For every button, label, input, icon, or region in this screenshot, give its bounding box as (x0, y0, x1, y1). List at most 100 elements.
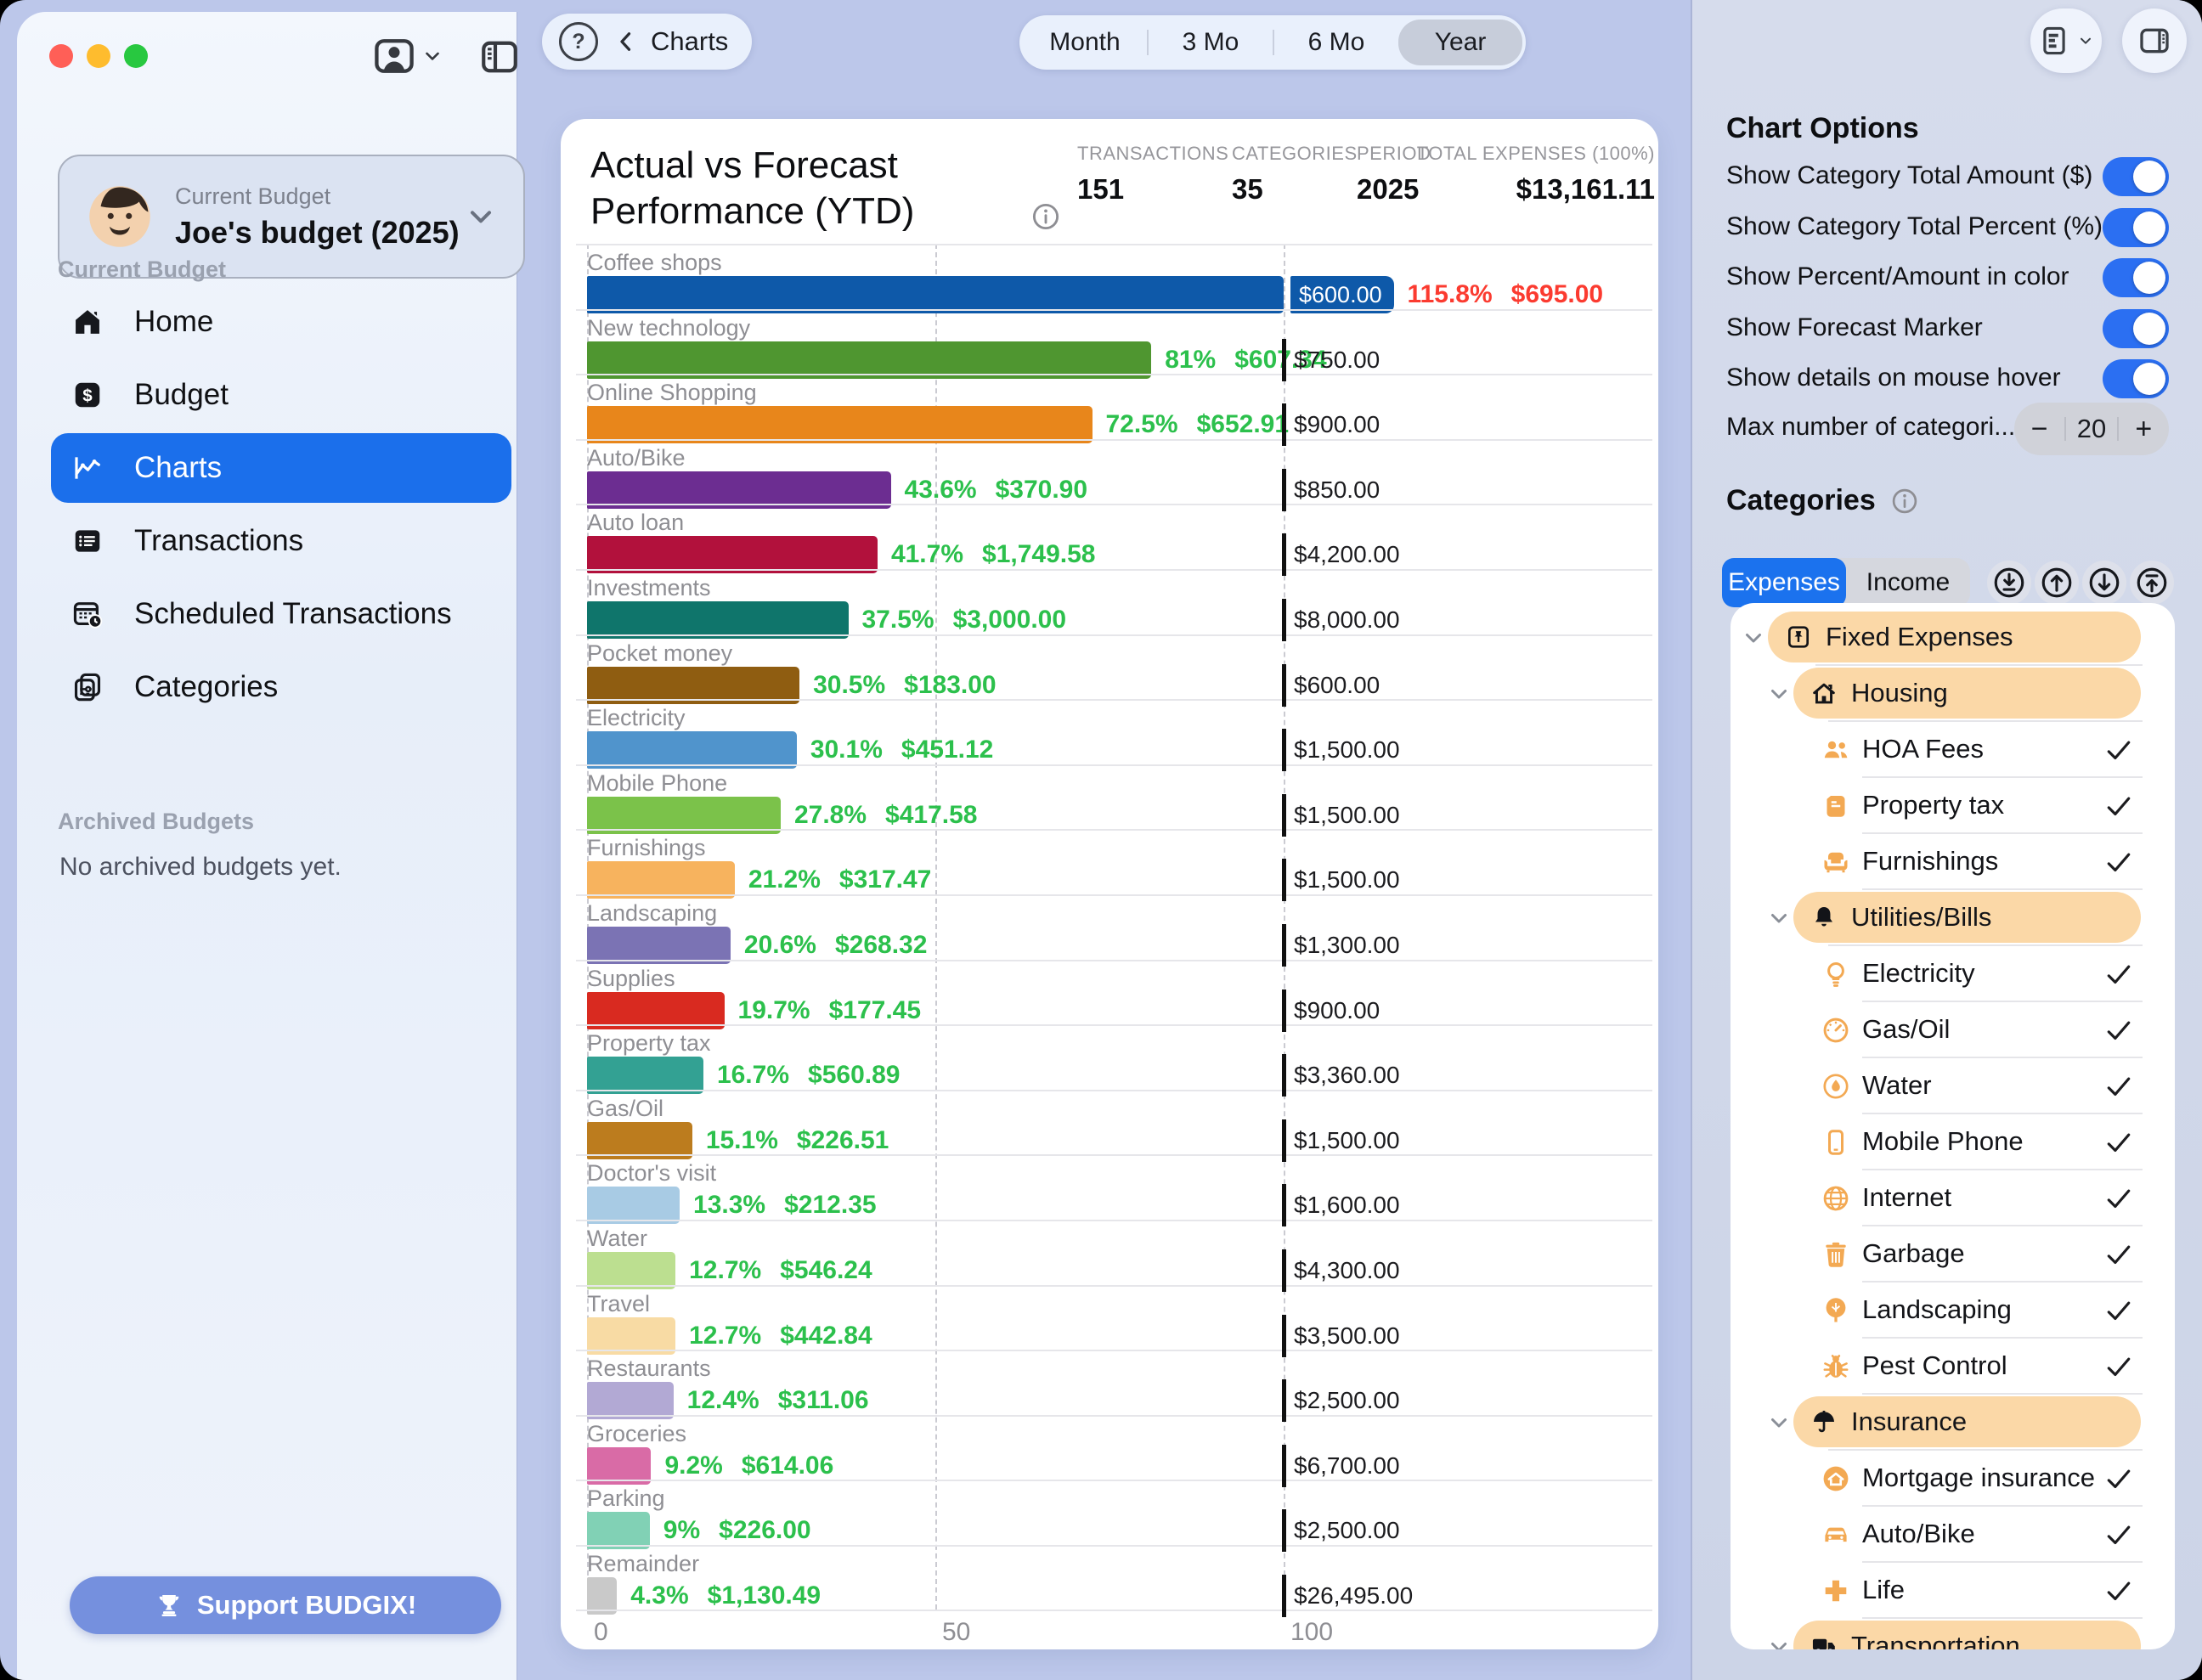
bar[interactable] (587, 1187, 680, 1224)
bar-over-forecast-segment[interactable]: $600.00 (1290, 276, 1394, 313)
tab-income[interactable]: Income (1846, 558, 1970, 607)
category-group-pill[interactable]: Insurance (1793, 1396, 2141, 1447)
tree-row-electricity[interactable]: Electricity (1731, 946, 2175, 1002)
tree-row-fixed-expenses[interactable]: Fixed Expenses (1731, 610, 2175, 666)
period-tab-month[interactable]: Month (1023, 20, 1147, 65)
tree-row-mortgage-insurance[interactable]: Mortgage insurance (1731, 1451, 2175, 1507)
sort-download-button[interactable] (1987, 561, 2031, 605)
tree-row-water[interactable]: Water (1731, 1058, 2175, 1114)
sidebar-item-categories[interactable]: Categories (51, 652, 511, 722)
car-icon (1821, 1519, 1851, 1550)
zoom-button[interactable] (124, 44, 148, 68)
bar[interactable] (587, 1252, 675, 1289)
tree-row-gas-oil[interactable]: Gas/Oil (1731, 1002, 2175, 1058)
toggle-switch[interactable] (2103, 208, 2169, 247)
stat-value: $13,161.11 (1417, 173, 1655, 206)
bar[interactable] (587, 927, 731, 964)
bar[interactable] (587, 276, 1284, 313)
chevron-down-icon[interactable] (1741, 625, 1766, 651)
stepper-plus-button[interactable]: + (2119, 413, 2169, 446)
sort-upload-button[interactable] (2130, 561, 2174, 605)
tree-row-mobile-phone[interactable]: Mobile Phone (1731, 1114, 2175, 1170)
tree-row-internet[interactable]: Internet (1731, 1170, 2175, 1226)
right-panel-toggle-button[interactable] (2122, 8, 2187, 73)
period-tab-year[interactable]: Year (1398, 20, 1522, 65)
info-icon[interactable] (1889, 486, 1920, 516)
tab-expenses[interactable]: Expenses (1722, 558, 1846, 607)
chevron-down-icon[interactable] (1766, 905, 1792, 931)
help-icon[interactable]: ? (559, 22, 598, 61)
bar[interactable] (587, 667, 799, 704)
minimize-button[interactable] (87, 44, 110, 68)
bar[interactable] (587, 992, 725, 1029)
tree-row-garbage[interactable]: Garbage (1731, 1226, 2175, 1283)
bar[interactable] (587, 1512, 650, 1549)
sidebar-item-scheduled-transactions[interactable]: Scheduled Transactions (51, 579, 511, 649)
bar[interactable] (587, 601, 849, 639)
bar-value-label: 9%$226.00 (663, 1512, 811, 1549)
close-button[interactable] (49, 44, 73, 68)
chevron-down-icon[interactable] (1766, 1410, 1792, 1435)
toggle-switch[interactable] (2103, 258, 2169, 297)
percent-value: 16.7% (717, 1061, 789, 1089)
sidebar-item-transactions[interactable]: Transactions (51, 506, 511, 576)
move-down-button[interactable] (2082, 561, 2126, 605)
tree-row-housing[interactable]: Housing (1731, 666, 2175, 722)
actual-amount: $268.32 (835, 931, 927, 959)
chevron-down-icon[interactable] (1766, 1634, 1792, 1649)
tree-row-landscaping[interactable]: Landscaping (1731, 1283, 2175, 1339)
tree-row-pest-control[interactable]: Pest Control (1731, 1339, 2175, 1395)
info-icon[interactable] (1030, 200, 1062, 233)
back-button[interactable]: ? Charts (542, 14, 752, 70)
tree-row-insurance[interactable]: Insurance (1731, 1395, 2175, 1451)
bar[interactable] (587, 406, 1093, 443)
category-group-pill[interactable]: Housing (1793, 668, 2141, 719)
period-tab-3mo[interactable]: 3 Mo (1149, 20, 1273, 65)
home-icon (71, 306, 107, 338)
tree-row-property-tax[interactable]: Property tax (1731, 778, 2175, 834)
chevron-down-icon[interactable] (1766, 681, 1792, 707)
bar[interactable] (587, 536, 878, 573)
category-group-pill[interactable]: Transportation (1793, 1621, 2141, 1649)
tree-row-transportation[interactable]: Transportation (1731, 1619, 2175, 1649)
bar[interactable] (587, 1057, 703, 1094)
bar[interactable] (587, 797, 781, 834)
categories-tree: Fixed Expenses HousingHOA FeesProperty ta… (1731, 603, 2175, 1649)
toggle-switch[interactable] (2103, 309, 2169, 348)
stepper-minus-button[interactable]: − (2014, 413, 2064, 446)
account-menu-button[interactable] (372, 34, 443, 78)
support-budgix-button[interactable]: Support BUDGIX! (70, 1576, 501, 1634)
report-menu-button[interactable] (2030, 8, 2102, 73)
category-group-pill[interactable]: Fixed Expenses (1768, 612, 2141, 662)
report-icon (2038, 25, 2070, 57)
category-group-pill[interactable]: Utilities/Bills (1793, 892, 2141, 943)
period-tab-6mo[interactable]: 6 Mo (1274, 20, 1398, 65)
tree-row-life[interactable]: Life (1731, 1563, 2175, 1619)
chevron-down-icon (421, 45, 443, 67)
move-up-button[interactable] (2035, 561, 2079, 605)
actual-amount: $1,130.49 (708, 1581, 821, 1610)
toggle-switch[interactable] (2103, 359, 2169, 398)
actual-amount: $212.35 (784, 1191, 876, 1219)
toggle-switch[interactable] (2103, 157, 2169, 196)
bar[interactable] (587, 731, 797, 769)
bar[interactable] (587, 1122, 692, 1159)
forecast-amount-label: $3,500.00 (1294, 1317, 1400, 1355)
sidebar-item-charts[interactable]: Charts (51, 433, 511, 503)
tree-row-utilities-bills[interactable]: Utilities/Bills (1731, 890, 2175, 946)
sidebar-item-budget[interactable]: Budget (51, 360, 511, 430)
bar[interactable] (587, 1382, 674, 1419)
bar[interactable] (587, 1447, 651, 1485)
bar[interactable] (587, 341, 1151, 379)
bar[interactable] (587, 1317, 675, 1355)
chart-row: Gas/Oil15.1%$226.51$1,500.00 (576, 1090, 1652, 1157)
tree-row-furnishings[interactable]: Furnishings (1731, 834, 2175, 890)
forecast-marker (1282, 1119, 1286, 1162)
tree-row-auto-bike[interactable]: Auto/Bike (1731, 1507, 2175, 1563)
bar[interactable] (587, 471, 891, 509)
sidebar-item-home[interactable]: Home (51, 287, 511, 357)
tree-row-hoa-fees[interactable]: HOA Fees (1731, 722, 2175, 778)
sidebar-toggle-button[interactable] (478, 36, 521, 78)
chart-row: Online Shopping72.5%$652.91$900.00 (576, 374, 1652, 441)
bar[interactable] (587, 861, 735, 899)
